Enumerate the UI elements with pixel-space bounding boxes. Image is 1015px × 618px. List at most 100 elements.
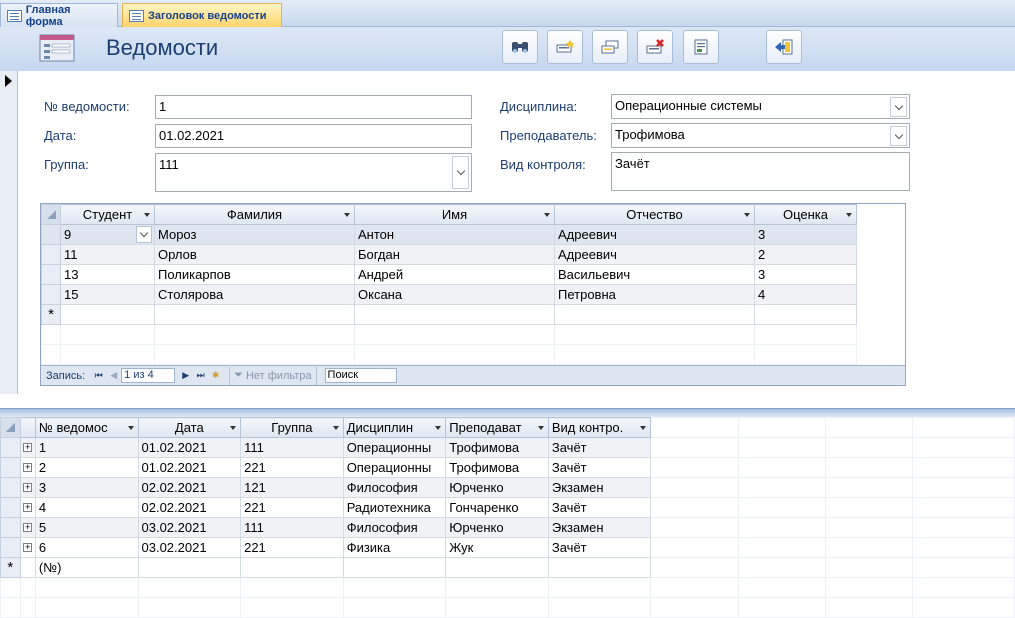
record-selector[interactable]	[0, 71, 18, 394]
table-cell[interactable]: Антон	[354, 224, 555, 245]
table-cell[interactable]	[240, 557, 344, 578]
table-cell[interactable]: 13	[60, 264, 155, 285]
table-cell[interactable]: 03.02.2021	[137, 517, 242, 538]
table-cell[interactable]: Васильевич	[554, 264, 755, 285]
table-cell[interactable]: Орлов	[154, 244, 355, 265]
table-cell[interactable]: Поликарпов	[154, 264, 355, 285]
expand-row-button[interactable]: +	[19, 537, 36, 558]
table-cell[interactable]: Адреевич	[554, 224, 755, 245]
table-cell[interactable]: 2	[754, 244, 857, 265]
table-cell[interactable]: Трофимова	[445, 437, 549, 458]
table-cell[interactable]: 4	[34, 497, 139, 518]
previous-record-icon[interactable]: ◀	[106, 368, 121, 383]
table-cell[interactable]: 03.02.2021	[137, 537, 242, 558]
new-record-row[interactable]: *	[41, 304, 857, 325]
column-header[interactable]: Вид контро.	[547, 417, 652, 438]
column-header[interactable]: Дисциплин	[342, 417, 447, 438]
table-cell[interactable]: 3	[754, 224, 857, 245]
select-all-corner[interactable]	[0, 417, 21, 438]
table-cell[interactable]: 01.02.2021	[137, 457, 242, 478]
sort-arrow-icon[interactable]	[344, 213, 350, 217]
next-record-icon[interactable]: ▶	[178, 368, 193, 383]
split-form-divider[interactable]	[0, 408, 1015, 417]
table-row[interactable]: +5 03.02.2021 111 Философия Юрченко Экзамен	[0, 517, 1015, 538]
expand-row-button[interactable]: +	[19, 517, 36, 538]
sort-arrow-icon[interactable]	[230, 426, 237, 430]
table-cell[interactable]: 6	[34, 537, 139, 558]
row-selector[interactable]	[0, 537, 21, 558]
column-header[interactable]: Студент	[60, 204, 155, 225]
table-cell[interactable]: Трофимова	[445, 457, 549, 478]
new-record-button[interactable]	[547, 30, 583, 64]
teacher-combobox[interactable]: Трофимова	[611, 123, 910, 148]
search-input[interactable]: Поиск	[324, 368, 397, 383]
table-cell[interactable]: 01.02.2021	[137, 437, 242, 458]
record-position-input[interactable]: 1 из 4	[121, 368, 176, 383]
table-cell[interactable]: 221	[240, 457, 344, 478]
table-cell[interactable]	[554, 304, 755, 325]
number-field[interactable]: 1	[155, 95, 472, 119]
table-cell[interactable]: Андрей	[354, 264, 555, 285]
find-button[interactable]	[502, 30, 538, 64]
column-header[interactable]: Фамилия	[154, 204, 355, 225]
column-header[interactable]: Преподават	[445, 417, 549, 438]
row-selector[interactable]	[0, 457, 21, 478]
control-type-field[interactable]: Зачёт	[611, 152, 910, 191]
table-cell[interactable]: Гончаренко	[445, 497, 549, 518]
table-cell[interactable]	[19, 557, 36, 578]
table-cell[interactable]: Зачёт	[547, 537, 652, 558]
sort-arrow-icon[interactable]	[144, 213, 150, 217]
table-cell[interactable]	[547, 557, 652, 578]
expand-row-button[interactable]: +	[19, 437, 36, 458]
sort-arrow-icon[interactable]	[544, 213, 550, 217]
table-cell[interactable]: Петровна	[554, 284, 755, 305]
table-cell[interactable]: Жук	[445, 537, 549, 558]
report-button[interactable]	[683, 30, 719, 64]
table-cell[interactable]: 15	[60, 284, 155, 305]
table-cell[interactable]	[342, 557, 447, 578]
copy-record-button[interactable]	[592, 30, 628, 64]
table-cell[interactable]: Радиотехника	[342, 497, 447, 518]
sort-arrow-icon[interactable]	[332, 426, 339, 430]
column-header[interactable]: Дата	[137, 417, 242, 438]
table-cell[interactable]	[137, 557, 242, 578]
select-all-corner[interactable]	[41, 204, 61, 225]
expand-row-button[interactable]: +	[19, 477, 36, 498]
row-selector[interactable]	[0, 497, 21, 518]
new-record-row[interactable]: * (№)	[0, 557, 1015, 578]
table-cell[interactable]: Экзамен	[547, 517, 652, 538]
table-cell[interactable]: Столярова	[154, 284, 355, 305]
table-cell[interactable]: Мороз	[154, 224, 355, 245]
teacher-dropdown-button[interactable]	[890, 126, 907, 146]
new-record-icon[interactable]: *	[0, 557, 21, 578]
column-header[interactable]: Отчество	[554, 204, 755, 225]
table-row[interactable]: 9 Мороз Антон Адреевич 3	[41, 224, 857, 245]
table-cell[interactable]: Оксана	[354, 284, 555, 305]
date-field[interactable]: 01.02.2021	[155, 124, 472, 148]
new-record-icon[interactable]: *	[41, 304, 61, 325]
table-cell[interactable]: 111	[240, 517, 344, 538]
expand-row-button[interactable]: +	[19, 457, 36, 478]
table-row[interactable]: 13 Поликарпов Андрей Васильевич 3	[41, 264, 857, 285]
table-cell[interactable]: Философия	[342, 477, 447, 498]
table-cell[interactable]: Зачёт	[547, 437, 652, 458]
discipline-combobox[interactable]: Операционные системы	[611, 94, 910, 119]
table-cell[interactable]: 02.02.2021	[137, 497, 242, 518]
table-cell[interactable]: 221	[240, 537, 344, 558]
table-cell[interactable]: 121	[240, 477, 344, 498]
column-header[interactable]: Оценка	[754, 204, 857, 225]
row-selector[interactable]	[0, 517, 21, 538]
expand-row-button[interactable]: +	[19, 497, 36, 518]
table-cell[interactable]: Юрченко	[445, 517, 549, 538]
delete-record-button[interactable]	[637, 30, 673, 64]
filter-button[interactable]: ⏷ Нет фильтра	[229, 366, 317, 385]
table-cell[interactable]: Зачёт	[547, 497, 652, 518]
student-cell[interactable]: 9	[60, 224, 155, 245]
table-cell[interactable]: 221	[240, 497, 344, 518]
column-header[interactable]: № ведомос	[34, 417, 139, 438]
sort-arrow-icon[interactable]	[744, 213, 750, 217]
table-cell[interactable]: Философия	[342, 517, 447, 538]
group-combobox[interactable]: 111	[155, 153, 472, 192]
first-record-icon[interactable]: ⏮	[91, 368, 106, 383]
row-selector[interactable]	[0, 477, 21, 498]
